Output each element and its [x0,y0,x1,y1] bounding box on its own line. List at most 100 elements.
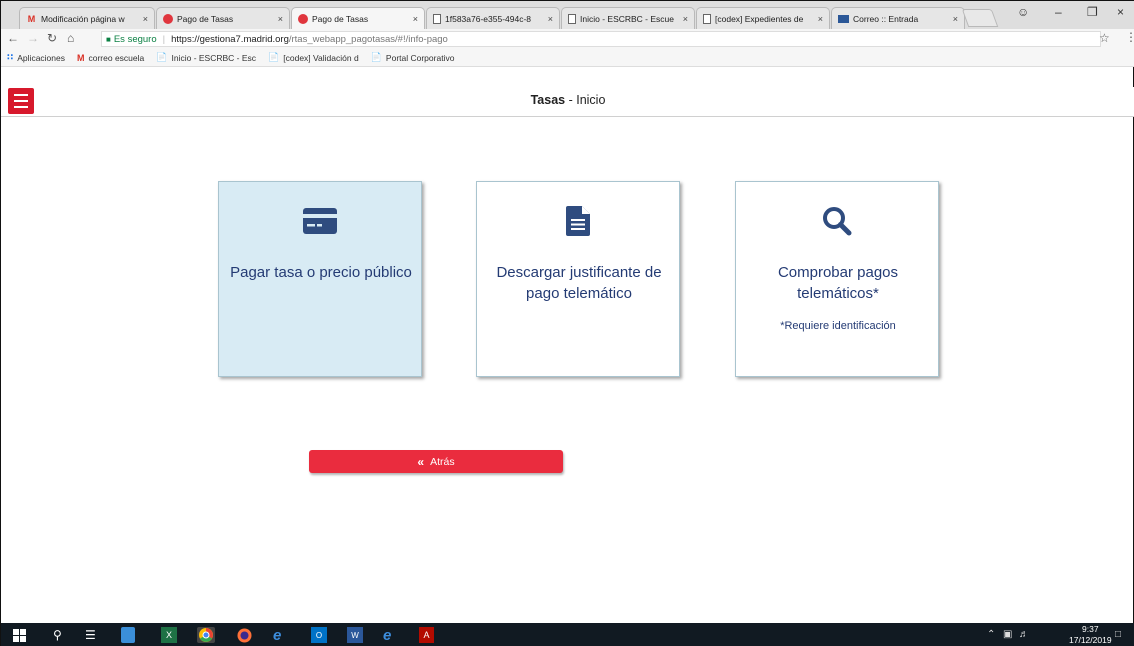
red-circle-icon [298,13,308,24]
reload-icon[interactable]: ↻ [47,31,57,45]
bookmark-label: Portal Corporativo [385,52,455,63]
bookmark-item[interactable]: 📄 Portal Corporativo [371,52,455,63]
bookmark-item[interactable]: 📄 Inicio - ESCRBC - Esc [156,52,256,63]
tab-label: Pago de Tasas [312,13,369,24]
browser-tab[interactable]: Correo :: Entrada × [831,7,965,29]
window-close-icon[interactable]: × [1117,5,1124,19]
bookmarks-bar: ∷ Aplicaciones M correo escuela 📄 Inicio… [1,49,1134,67]
url-path: /rtas_webapp_pagotasas/#!/info-pago [288,33,448,45]
document-icon: 📄 [268,52,280,62]
credit-card-icon [219,204,421,238]
card-check-payments[interactable]: Comprobar pagos telemáticos* *Requiere i… [735,181,939,377]
volume-icon[interactable]: ♬ [1019,629,1029,640]
bookmark-label: Aplicaciones [17,52,65,63]
file-explorer-icon[interactable] [121,627,135,643]
browser-tab[interactable]: Inicio - ESCRBC - Escue × [561,7,695,29]
bookmark-apps[interactable]: ∷ Aplicaciones [7,52,65,63]
tab-label: 1f583a76-e355-494c-8 [445,13,532,24]
close-icon[interactable]: × [818,14,823,24]
taskbar-clock[interactable]: 9:37 17/12/2019 [1069,624,1112,646]
page-title-main: Tasas [530,93,566,107]
address-bar[interactable]: ■ Es seguro | https://gestiona7.madrid.o… [101,31,1101,47]
back-button-label: Atrás [430,455,455,468]
new-tab-button[interactable] [961,9,999,27]
search-icon [736,204,938,238]
user-profile-icon[interactable]: ☺ [1017,5,1029,19]
bookmark-label: [codex] Validación d [283,52,359,63]
browser-tab-strip: M Modificación página w × Pago de Tasas … [1,1,1134,29]
page-title: Tasas - Inicio [1,93,1134,107]
tab-label: Inicio - ESCRBC - Escue [580,13,674,24]
bookmark-label: Inicio - ESCRBC - Esc [171,52,257,63]
network-icon[interactable]: ▣ [1003,629,1012,640]
firefox-icon[interactable] [237,627,252,643]
tab-label: [codex] Expedientes de [715,13,804,24]
clock-date: 17/12/2019 [1069,635,1112,645]
gmail-icon: M [77,52,85,63]
browser-tab[interactable]: 1f583a76-e355-494c-8 × [426,7,560,29]
card-label: Descargar justificante de pago telemátic… [496,264,662,302]
home-icon[interactable]: ⌂ [67,31,74,45]
notifications-icon[interactable]: □ [1115,629,1121,640]
card-note: *Requiere identificación [780,320,896,332]
bookmark-star-icon[interactable]: ☆ [1099,31,1110,45]
card-download-receipt[interactable]: Descargar justificante de pago telemátic… [476,181,680,377]
document-icon [703,13,711,24]
maximize-icon[interactable]: ❐ [1087,5,1098,19]
lock-icon: ■ [106,34,111,44]
browser-tab-active[interactable]: Pago de Tasas × [291,7,425,29]
double-chevron-left-icon: « [417,454,425,469]
close-icon[interactable]: × [548,14,553,24]
page-title-sub: - Inicio [565,93,606,107]
document-icon: 📄 [370,52,382,62]
tray-chevron-icon[interactable]: ⌃ [987,629,995,640]
outlook-icon[interactable]: O [311,627,327,643]
browser-tab[interactable]: [codex] Expedientes de × [696,7,830,29]
tab-label: Correo :: Entrada [853,13,919,24]
windows-taskbar: ⚲ ☰ X e O W e A ⌃ ▣ ♬ 9:37 17/12/2019 □ [1,623,1134,646]
back-arrow-icon[interactable]: ← [7,31,19,45]
task-view-icon[interactable]: ☰ [85,627,96,643]
browser-tab[interactable]: M Modificación página w × [19,7,155,29]
card-pay-fee[interactable]: Pagar tasa o precio público [218,181,422,377]
search-icon[interactable]: ⚲ [53,627,62,643]
secure-label: Es seguro [113,33,157,45]
document-icon [433,13,441,24]
close-icon[interactable]: × [278,14,283,24]
document-icon: 📄 [156,52,168,62]
close-icon[interactable]: × [143,14,148,24]
back-button[interactable]: « Atrás [309,450,563,473]
chrome-icon[interactable] [197,627,215,643]
forward-arrow-icon[interactable]: → [27,31,39,45]
apps-grid-icon: ∷ [7,52,14,62]
document-icon [477,204,679,238]
tab-label: Modificación página w [41,13,125,24]
close-icon[interactable]: × [413,14,418,24]
close-icon[interactable]: × [953,14,958,24]
internet-explorer-icon[interactable]: e [273,627,281,644]
close-icon[interactable]: × [683,14,688,24]
internet-explorer-icon[interactable]: e [383,627,391,644]
document-icon [568,13,576,24]
acrobat-icon[interactable]: A [419,627,434,643]
word-icon[interactable]: W [347,627,363,643]
card-label: Pagar tasa o precio público [230,264,412,281]
windows-start-icon[interactable] [13,627,26,643]
app-header: Tasas - Inicio [1,87,1134,117]
red-circle-icon [163,13,173,24]
minimize-icon[interactable]: – [1055,5,1062,19]
divider: | [162,33,166,45]
bookmark-item[interactable]: M correo escuela [77,53,144,63]
browser-toolbar: ← → ↻ ⌂ ■ Es seguro | https://gestiona7.… [1,29,1134,49]
tab-label: Pago de Tasas [177,13,234,24]
browser-tab[interactable]: Pago de Tasas × [156,7,290,29]
card-label: Comprobar pagos telemáticos* [777,264,899,302]
browser-menu-icon[interactable]: ⋮ [1125,30,1134,44]
bookmark-item[interactable]: 📄 [codex] Validación d [268,52,359,63]
url-host: https://gestiona7.madrid.org [171,33,289,45]
mail-icon [838,14,849,23]
excel-icon[interactable]: X [161,627,177,643]
clock-time: 9:37 [1082,624,1099,634]
bookmark-label: correo escuela [88,52,145,63]
gmail-icon: M [27,13,36,24]
